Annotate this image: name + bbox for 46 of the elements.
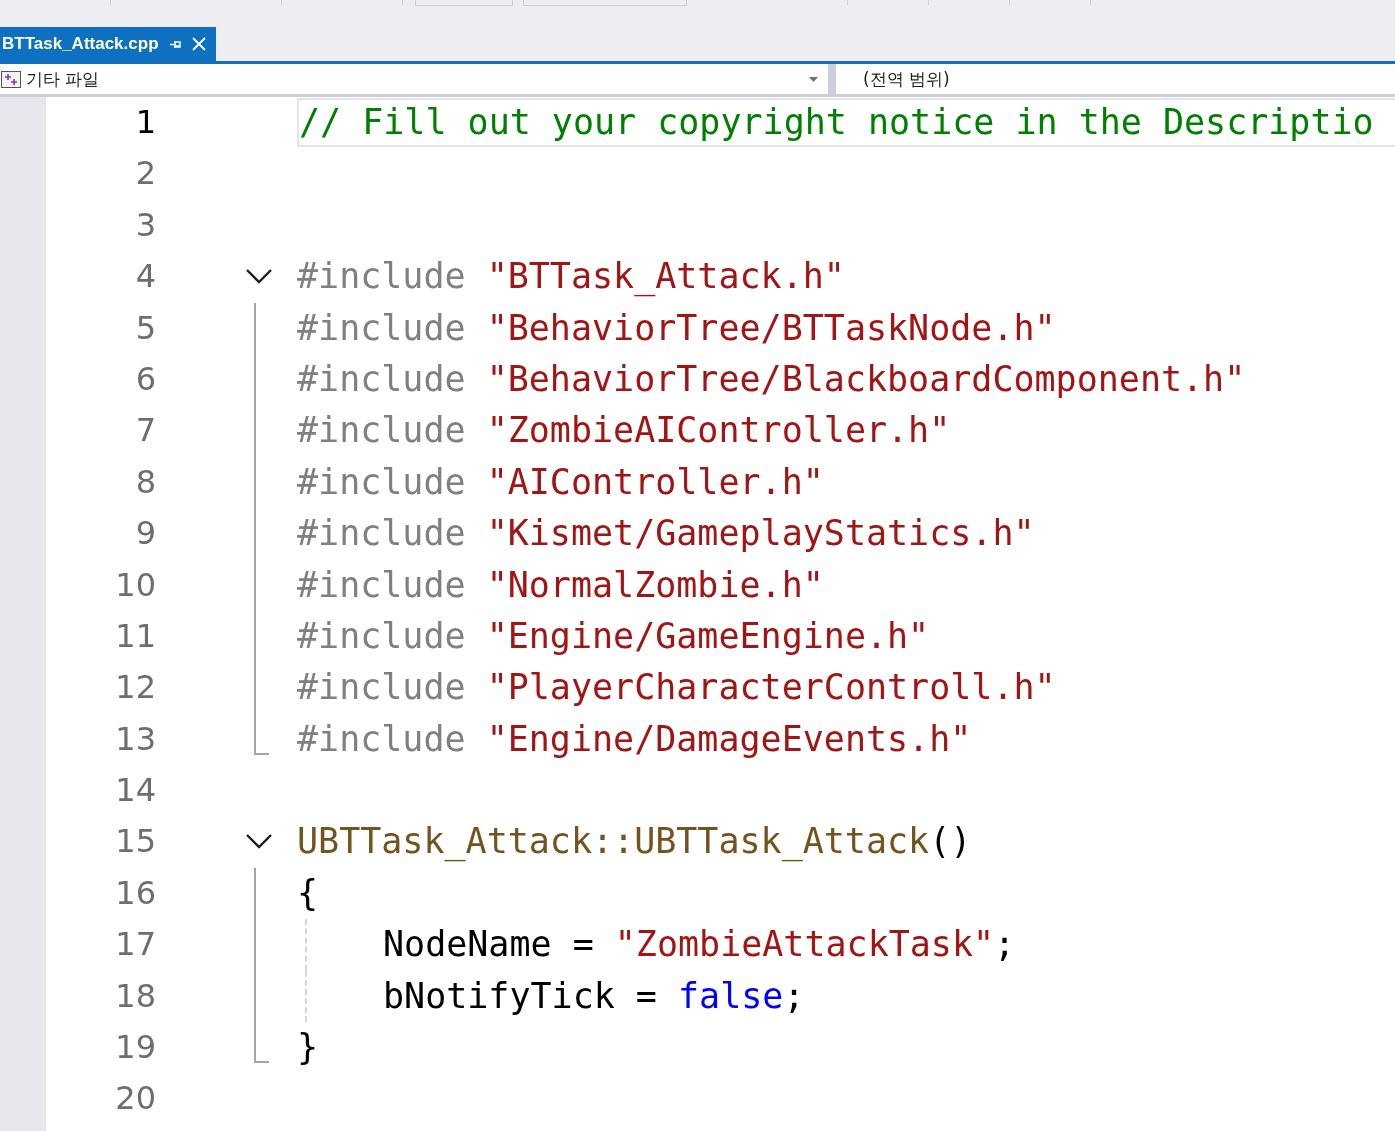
code-line: { (297, 872, 319, 913)
line-number: 2 (134, 153, 156, 195)
close-icon[interactable] (191, 37, 206, 51)
code-line: #include "BehaviorTree/BlackboardComponent.h" (297, 358, 1246, 399)
line-number: 13 (114, 718, 156, 760)
code-line: NodeName = "ZombieAttackTask"; (383, 924, 1016, 965)
fold-line (254, 1022, 269, 1064)
pin-icon[interactable] (168, 38, 182, 50)
line-number: 4 (134, 256, 156, 298)
line-number: 20 (114, 1078, 156, 1120)
code-line: } (297, 1027, 319, 1068)
line-number: 9 (134, 513, 156, 555)
caret-icon (809, 76, 818, 82)
code-line: #include "ZombieAIController.h" (297, 410, 951, 451)
line-number: 17 (114, 924, 156, 966)
code-line: // Fill out your copyright notice in the Descriptio (297, 98, 1395, 147)
code-line: #include "PlayerCharacterControll.h" (297, 667, 1056, 708)
line-number: 3 (134, 204, 156, 246)
code-line: #include "BehaviorTree/BTTaskNode.h" (297, 307, 1056, 348)
file-tab[interactable]: BTTask_Attack.cpp (0, 27, 216, 61)
tab-title: BTTask_Attack.cpp (2, 34, 159, 54)
line-number: 7 (134, 410, 156, 452)
code-line: #include "NormalZombie.h" (297, 564, 824, 605)
line-number: 5 (134, 307, 156, 349)
code-line: #include "BTTask_Attack.h" (297, 256, 845, 297)
line-number: 19 (114, 1027, 156, 1069)
code-line: #include "Kismet/GameplayStatics.h" (297, 513, 1035, 554)
fold-line (254, 713, 269, 756)
line-number: 18 (114, 975, 156, 1017)
line-number: 11 (114, 615, 156, 657)
line-number: 8 (134, 461, 156, 503)
file-plus-icon (1, 70, 21, 88)
code-line: #include "Engine/DamageEvents.h" (297, 718, 972, 759)
chevron-down-icon[interactable] (246, 269, 272, 285)
code-line: #include "Engine/GameEngine.h" (297, 615, 930, 656)
code-line: bNotifyTick = false; (383, 975, 805, 1016)
line-number: 10 (114, 564, 156, 606)
line-number: 16 (114, 872, 156, 914)
code-line: UBTTask_Attack::UBTTask_Attack() (297, 821, 972, 862)
line-number: 14 (114, 770, 156, 812)
chevron-down-icon[interactable] (246, 834, 272, 850)
line-number: 15 (114, 821, 156, 863)
code-line: #include "AIController.h" (297, 461, 824, 502)
line-number: 1 (134, 102, 156, 143)
line-number: 12 (114, 667, 156, 709)
line-number: 6 (134, 358, 156, 400)
